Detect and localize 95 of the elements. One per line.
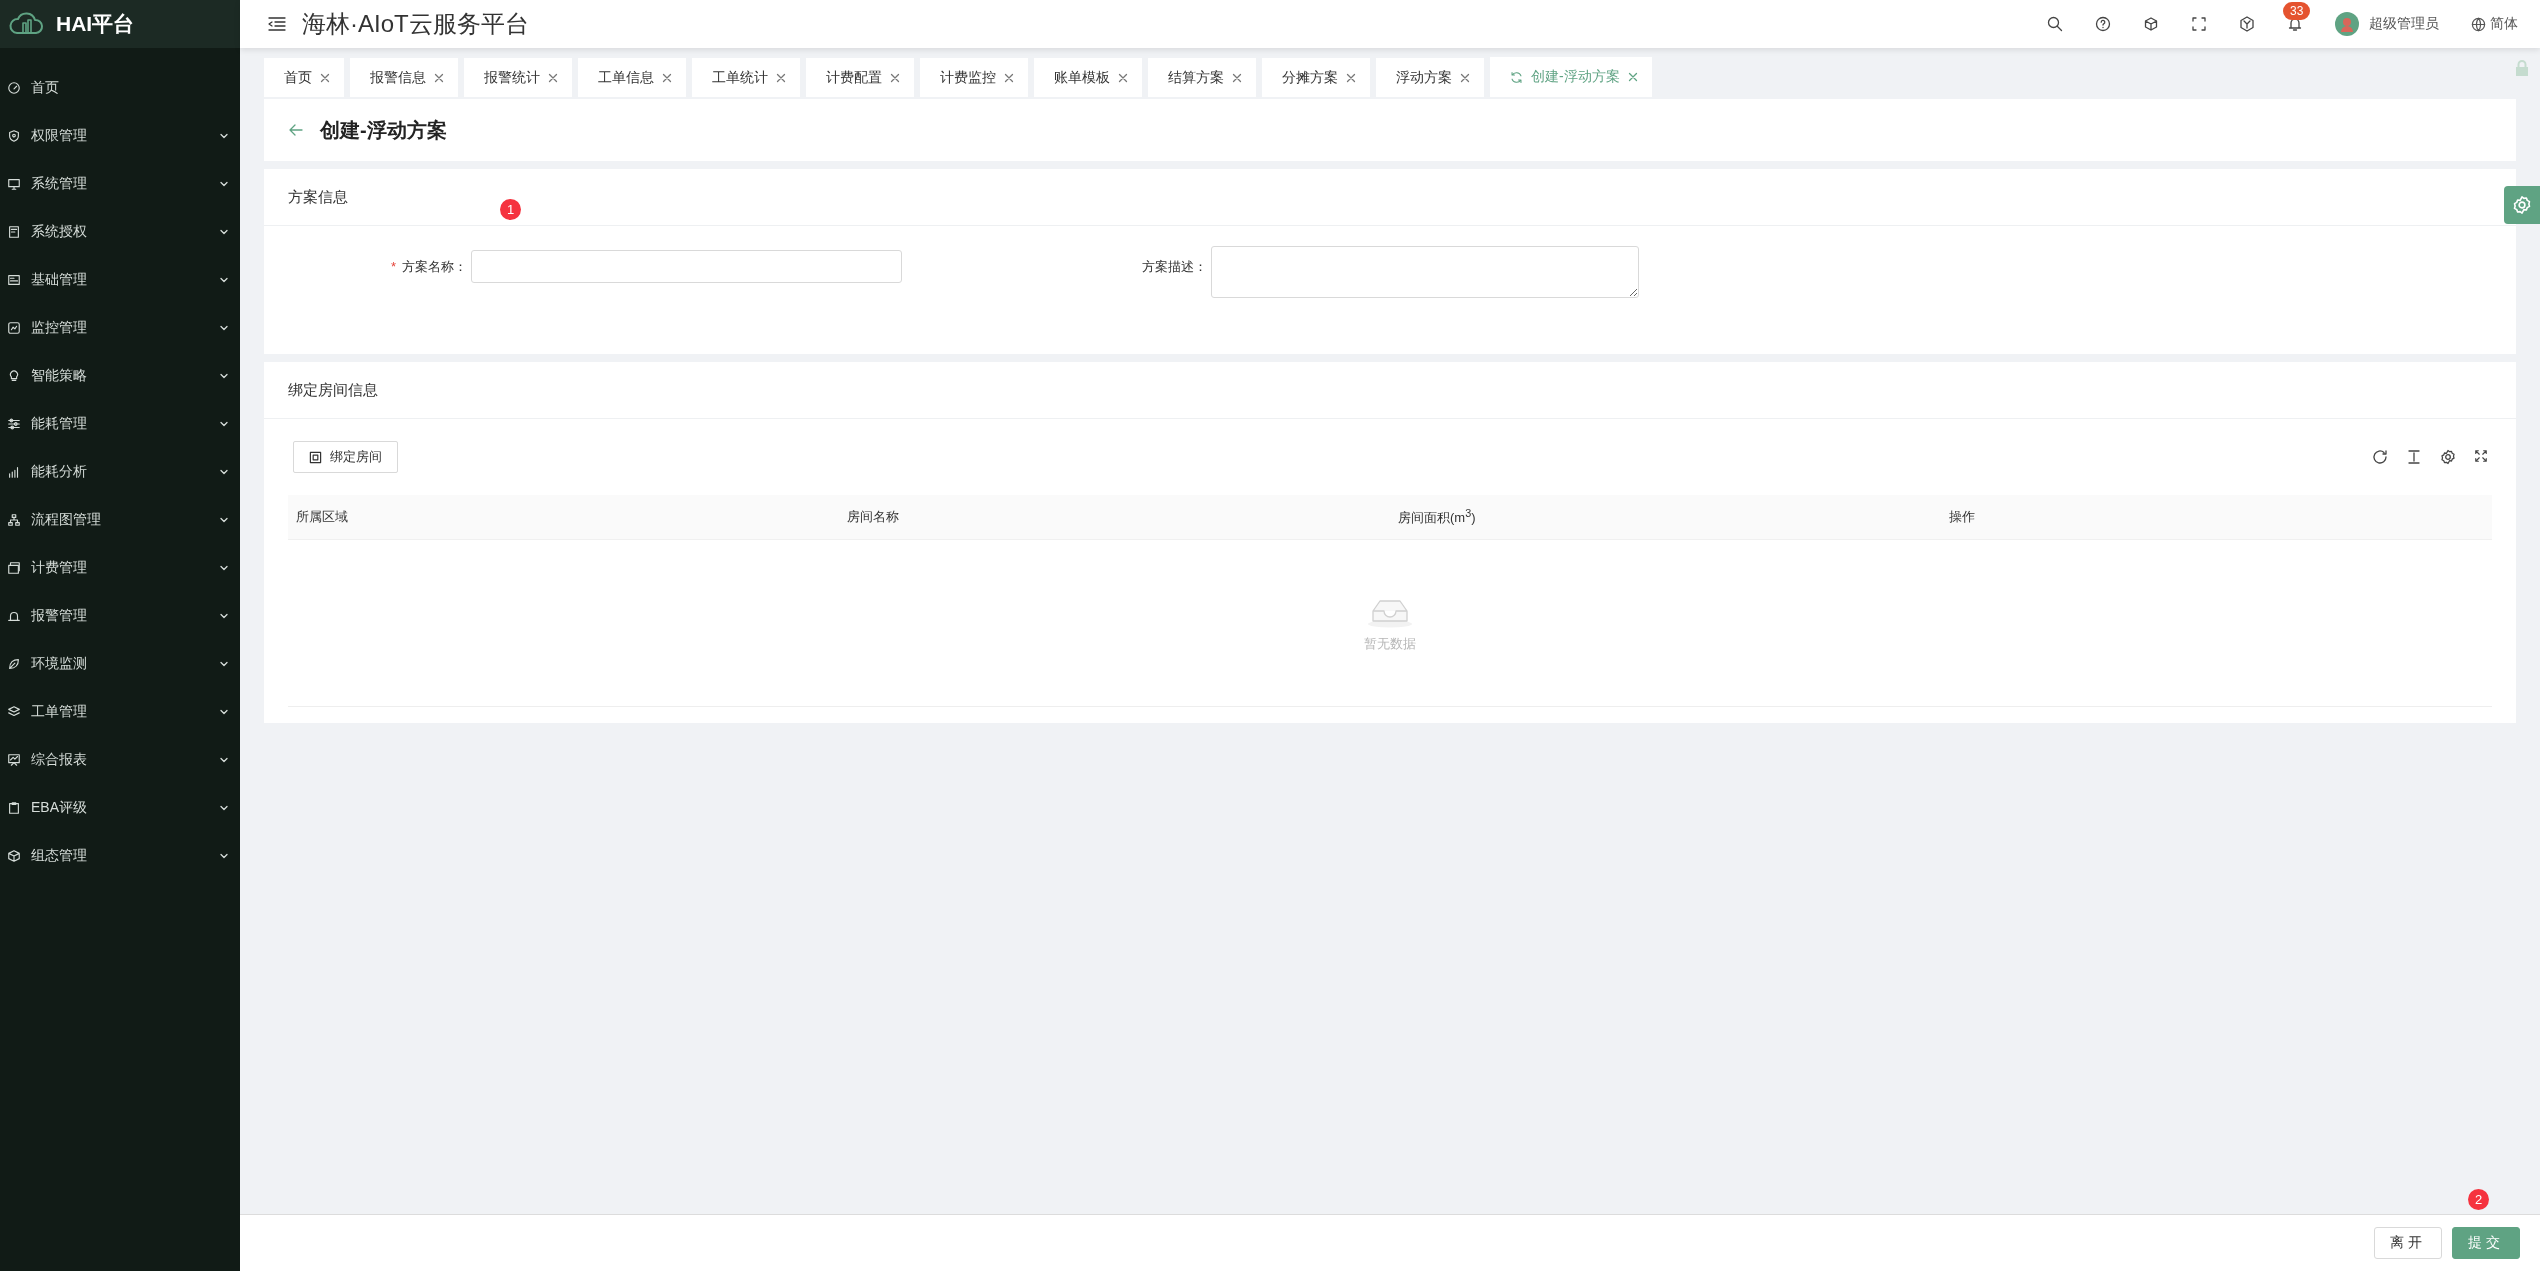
hierarchy-icon: [7, 513, 21, 527]
app-title: 海林·AIoT云服务平台: [302, 9, 530, 39]
fullscreen-icon[interactable]: [2474, 449, 2488, 463]
empty-text: 暂无数据: [1364, 635, 1416, 653]
column-header: 房间面积(m$^{3}$): [1397, 506, 1477, 528]
settings-icon[interactable]: [2440, 449, 2456, 465]
sidebar-item[interactable]: 智能策略: [0, 352, 240, 400]
bulb-icon: [7, 369, 21, 383]
bind-room-button[interactable]: 绑定房间: [293, 441, 398, 473]
leaf-icon: [7, 657, 21, 671]
board-icon: [7, 753, 21, 767]
monitor-icon: [7, 177, 21, 191]
sidebar-item[interactable]: 权限管理: [0, 112, 240, 160]
sidebar-item[interactable]: 基础管理: [0, 256, 240, 304]
section-title: 绑定房间信息: [288, 380, 378, 400]
tab[interactable]: 分摊方案: [1262, 58, 1370, 97]
sidebar-item[interactable]: 环境监测: [0, 640, 240, 688]
column-header: 房间名称: [846, 508, 900, 526]
close-icon[interactable]: [1460, 72, 1470, 83]
tab[interactable]: 工单信息: [578, 58, 686, 97]
card-icon: [7, 273, 21, 287]
cube-icon: [7, 849, 21, 863]
hexagon-icon[interactable]: [2239, 16, 2255, 32]
page-title: 创建-浮动方案: [320, 117, 447, 143]
column-height-icon[interactable]: [2406, 449, 2422, 465]
close-icon[interactable]: [1627, 72, 1638, 82]
clipboard-icon: [7, 801, 21, 815]
sidebar-item[interactable]: 能耗分析: [0, 448, 240, 496]
settings-icon: [2512, 195, 2532, 215]
marker-badge: 2: [2468, 1189, 2489, 1210]
input-field[interactable]: [471, 250, 902, 283]
user-name[interactable]: 超级管理员: [2369, 15, 2439, 33]
chart-window-icon: [7, 321, 21, 335]
sidebar-item[interactable]: 综合报表: [0, 736, 240, 784]
sliders-icon: [7, 417, 21, 431]
menu-fold-icon[interactable]: [268, 16, 286, 32]
sidebar-item[interactable]: 报警管理: [0, 592, 240, 640]
close-icon[interactable]: [434, 72, 444, 83]
reload-icon[interactable]: [2372, 449, 2388, 465]
layers-icon: [7, 705, 21, 719]
close-icon[interactable]: [1232, 72, 1242, 83]
avatar-icon[interactable]: [2335, 12, 2359, 36]
shield-icon: [7, 129, 21, 143]
close-icon[interactable]: [662, 72, 672, 83]
sidebar-item[interactable]: 流程图管理: [0, 496, 240, 544]
field-label: 方案名称：: [402, 257, 467, 276]
column-header: 所属区域: [295, 508, 349, 526]
logo-text: HAI平台: [56, 11, 135, 37]
globe-icon: [2471, 16, 2486, 32]
close-icon[interactable]: [548, 72, 558, 83]
sidebar-item[interactable]: 组态管理: [0, 832, 240, 880]
sidebar-item[interactable]: 监控管理: [0, 304, 240, 352]
search-icon[interactable]: [2047, 16, 2063, 32]
tab[interactable]: 计费配置: [806, 58, 914, 97]
field-label: 方案描述：: [1142, 257, 1207, 276]
tab[interactable]: 工单统计: [692, 58, 800, 97]
document-icon: [7, 225, 21, 239]
close-icon[interactable]: [1118, 72, 1128, 83]
required-mark: *: [390, 259, 396, 274]
sidebar-item[interactable]: 系统授权: [0, 208, 240, 256]
tab[interactable]: 首页: [264, 58, 344, 97]
fullscreen-icon[interactable]: [2191, 16, 2207, 32]
close-icon[interactable]: [1346, 72, 1356, 83]
wallet-icon: [7, 561, 21, 575]
square-icon: [309, 450, 322, 464]
help-icon[interactable]: [2095, 16, 2111, 32]
sidebar-item[interactable]: 能耗管理: [0, 400, 240, 448]
sidebar-item[interactable]: EBA评级: [0, 784, 240, 832]
sidebar-item[interactable]: 首页: [0, 64, 240, 112]
column-header: 操作: [1948, 508, 1976, 526]
tab[interactable]: 浮动方案: [1376, 58, 1484, 97]
language-button[interactable]: 简体: [2471, 15, 2518, 33]
cube-icon[interactable]: [2143, 16, 2159, 32]
section-title: 方案信息: [288, 187, 348, 207]
alarm-icon: [7, 609, 21, 623]
back-arrow-icon[interactable]: [288, 122, 304, 138]
tab[interactable]: 报警信息: [350, 58, 458, 97]
close-icon[interactable]: [320, 72, 330, 83]
leave-button[interactable]: 离开: [2374, 1227, 2442, 1259]
refresh-icon: [1510, 70, 1523, 84]
sidebar-item[interactable]: 工单管理: [0, 688, 240, 736]
sidebar-item[interactable]: 计费管理: [0, 544, 240, 592]
tab[interactable]: 计费监控: [920, 58, 1028, 97]
settings-button[interactable]: [2504, 186, 2540, 224]
tab[interactable]: 报警统计: [464, 58, 572, 97]
sidebar-item[interactable]: 系统管理: [0, 160, 240, 208]
close-icon[interactable]: [890, 72, 900, 83]
tab[interactable]: 账单模板: [1034, 58, 1142, 97]
gauge-icon: [7, 81, 21, 95]
marker-badge: 1: [500, 199, 521, 220]
close-icon[interactable]: [1004, 72, 1014, 83]
notification-badge: 33: [2283, 2, 2311, 20]
bar-chart-icon: [7, 465, 21, 479]
close-icon[interactable]: [776, 72, 786, 83]
tab[interactable]: 结算方案: [1148, 58, 1256, 97]
